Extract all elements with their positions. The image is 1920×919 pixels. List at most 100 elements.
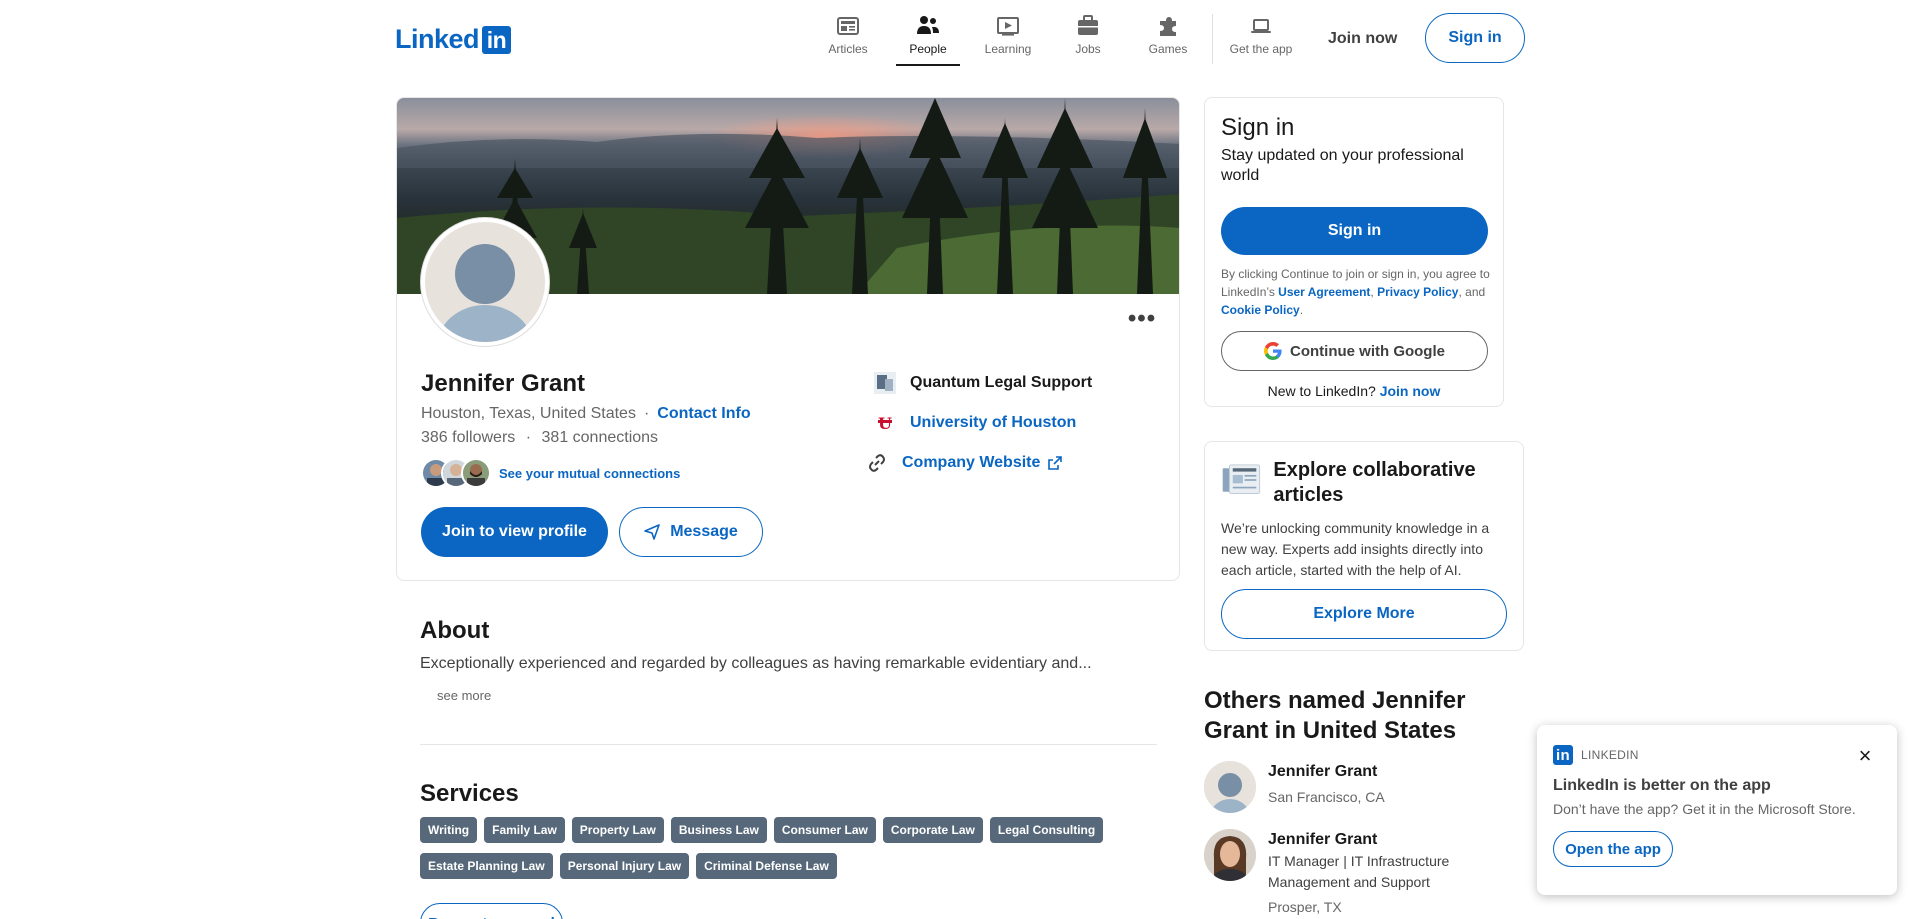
person-name: Jennifer Grant (1268, 763, 1378, 780)
sign-in-card: Sign in Stay updated on your professiona… (1204, 97, 1504, 407)
nav-item-label: Articles (828, 42, 868, 56)
send-icon (644, 524, 661, 540)
legal-notice: By clicking Continue to join or sign in,… (1221, 265, 1491, 319)
profile-location: Houston, Texas, United States (421, 405, 636, 422)
education-row[interactable]: U University of Houston (872, 410, 1092, 436)
services-tags: Writing Family Law Property Law Business… (420, 817, 1180, 879)
nav-item-get-the-app[interactable]: Get the app (1217, 14, 1305, 64)
toast-header: in LINKEDIN (1553, 745, 1881, 765)
legal-and: , and (1458, 285, 1486, 299)
person-avatar (1204, 761, 1256, 813)
section-divider (420, 744, 1157, 745)
nav-item-label: People (909, 42, 947, 56)
toast-brand: LINKEDIN (1581, 748, 1639, 762)
about-section-title: About (420, 617, 490, 644)
person-location: Prosper, TX (1268, 899, 1342, 915)
privacy-policy-link[interactable]: Privacy Policy (1377, 285, 1458, 299)
explore-more-button[interactable]: Explore More (1221, 589, 1507, 639)
join-to-view-profile-button[interactable]: Join to view profile (421, 507, 608, 557)
message-button[interactable]: Message (619, 507, 763, 557)
company-website-label: Company Website (902, 454, 1041, 471)
jobs-icon (1078, 15, 1098, 35)
service-tag: Legal Consulting (989, 817, 1104, 843)
person-name: Jennifer Grant (1268, 831, 1378, 848)
service-tag: Corporate Law (882, 817, 983, 843)
more-options-button[interactable]: ••• (1127, 304, 1157, 334)
explore-articles-card: Explore collaborative articles We’re unl… (1204, 441, 1524, 651)
explore-header: Explore collaborative articles (1221, 458, 1507, 508)
person-location: San Francisco, CA (1268, 789, 1385, 805)
close-icon[interactable]: × (1853, 745, 1877, 769)
service-tag: Personal Injury Law (559, 853, 690, 879)
learning-icon (997, 17, 1019, 36)
continue-with-google-button[interactable]: Continue with Google (1221, 331, 1488, 371)
nav-item-articles[interactable]: Articles (808, 14, 888, 64)
nav-item-jobs[interactable]: Jobs (1048, 14, 1128, 64)
join-now-link[interactable]: Join now (1316, 26, 1409, 52)
top-nav: Linked in Articles People Learning Jobs … (0, 0, 1920, 78)
message-button-label: Message (670, 523, 738, 540)
others-named-title: Others named Jennifer Grant in United St… (1204, 686, 1524, 746)
service-tag: Writing (420, 817, 478, 843)
open-the-app-button[interactable]: Open the app (1553, 831, 1673, 867)
mutual-avatar (461, 458, 491, 488)
sign-in-card-button[interactable]: Sign in (1221, 207, 1488, 255)
logo-in-box: in (482, 25, 512, 54)
service-tag: Consumer Law (773, 817, 876, 843)
company-website-link[interactable]: Company Website (902, 454, 1063, 472)
nav-items: Articles People Learning Jobs Games Get … (808, 14, 1305, 66)
google-icon (1264, 342, 1282, 360)
service-tag: Business Law (670, 817, 767, 843)
toast-text: Don’t have the app? Get it in the Micros… (1553, 801, 1856, 817)
contact-info-link[interactable]: Contact Info (657, 405, 750, 423)
about-text: Exceptionally experienced and regarded b… (420, 655, 1092, 672)
new-to-text: New to LinkedIn? (1267, 383, 1380, 399)
user-agreement-link[interactable]: User Agreement (1278, 285, 1370, 299)
location-separator: · (643, 405, 650, 422)
profile-stats: 386 followers · 381 connections (421, 429, 658, 447)
linkedin-logo[interactable]: Linked in (395, 24, 512, 55)
linkedin-mini-logo-icon: in (1553, 745, 1573, 765)
mutual-connections: See your mutual connections (421, 458, 680, 488)
join-now-card-link[interactable]: Join now (1380, 383, 1441, 399)
google-button-label: Continue with Google (1290, 342, 1445, 360)
see-more-button[interactable]: see more (437, 688, 491, 703)
company-website-row[interactable]: Company Website (864, 450, 1092, 476)
cookie-policy-link[interactable]: Cookie Policy (1221, 303, 1300, 317)
articles-illustration-icon (1222, 464, 1261, 494)
nav-item-learning[interactable]: Learning (968, 14, 1048, 64)
mutual-connections-link[interactable]: See your mutual connections (499, 466, 680, 481)
nav-item-label: Jobs (1075, 42, 1101, 56)
current-company-name: Quantum Legal Support (910, 374, 1093, 391)
toast-title: LinkedIn is better on the app (1553, 777, 1771, 794)
new-to-linkedin: New to LinkedIn? Join now (1221, 383, 1487, 399)
svg-text:U: U (878, 414, 892, 433)
current-company-row[interactable]: Quantum Legal Support (872, 370, 1092, 396)
profile-location-row: Houston, Texas, United States · Contact … (421, 405, 751, 423)
external-link-icon (1048, 456, 1063, 470)
followers-count: 386 followers (421, 429, 516, 446)
service-tag: Property Law (571, 817, 664, 843)
explore-title: Explore collaborative articles (1273, 459, 1476, 506)
legal-period: . (1299, 303, 1304, 317)
profile-experience-list: Quantum Legal Support U University of Ho… (869, 370, 1092, 490)
others-prefix: Others named (1204, 687, 1373, 714)
sign-in-button[interactable]: Sign in (1425, 13, 1525, 63)
profile-name: Jennifer Grant (421, 370, 586, 397)
others-in: in (1268, 717, 1303, 744)
profile-card: ••• Jennifer Grant Houston, Texas, Unite… (396, 97, 1180, 581)
nav-item-people[interactable]: People (888, 14, 968, 66)
person-headline: IT Manager | IT Infrastructure Managemen… (1268, 853, 1450, 890)
person-info: Jennifer Grant IT Manager | IT Infrastru… (1268, 829, 1468, 918)
service-tag: Family Law (484, 817, 565, 843)
company-logo-icon (872, 370, 898, 396)
list-item[interactable]: Jennifer Grant IT Manager | IT Infrastru… (1204, 829, 1468, 918)
logo-text: Linked (395, 24, 480, 54)
sign-in-card-subtitle: Stay updated on your professional world (1221, 147, 1464, 184)
request-proposal-button[interactable]: Request proposal (420, 903, 563, 919)
articles-icon (837, 17, 859, 35)
service-tag: Estate Planning Law (420, 853, 553, 879)
nav-item-games[interactable]: Games (1128, 14, 1208, 64)
services-section-title: Services (420, 780, 519, 807)
list-item[interactable]: Jennifer Grant San Francisco, CA (1204, 761, 1385, 813)
